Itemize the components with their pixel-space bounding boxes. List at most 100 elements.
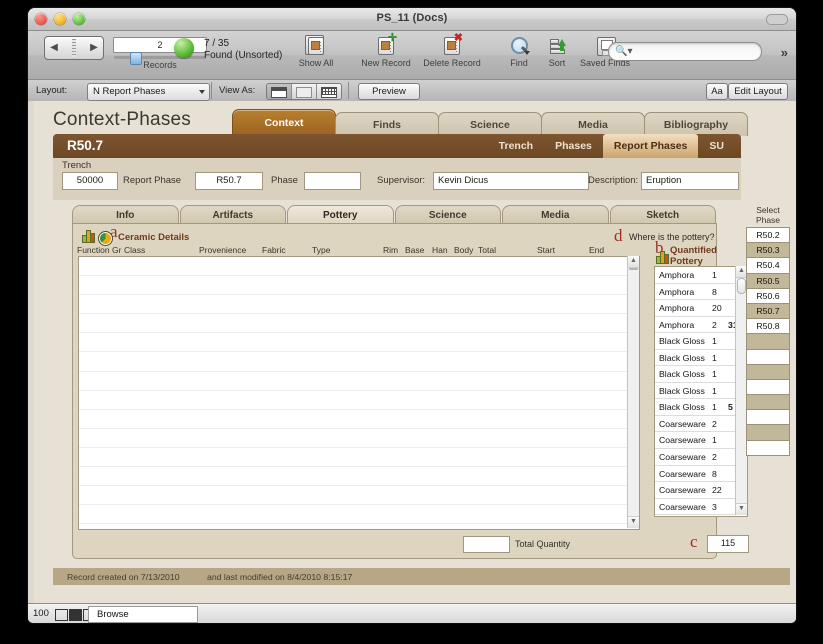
list-item[interactable]: Coarseware 2: [655, 416, 747, 433]
list-item[interactable]: Amphora 2 31: [655, 317, 747, 334]
show-all-button[interactable]: Show All: [290, 34, 342, 68]
phase-option-empty[interactable]: [747, 334, 789, 350]
inner-tab-pottery[interactable]: Pottery: [287, 205, 394, 225]
tab-bibliography[interactable]: Bibliography: [644, 112, 748, 136]
edit-layout-button[interactable]: Edit Layout: [728, 83, 788, 100]
zoom-in-icon[interactable]: [69, 609, 82, 621]
next-record-arrow-icon[interactable]: ▶: [85, 38, 103, 58]
phase-option-empty[interactable]: [747, 364, 789, 380]
table-row[interactable]: [79, 448, 639, 468]
table-row[interactable]: [79, 391, 639, 410]
list-item[interactable]: Amphora 8: [655, 284, 747, 301]
list-item[interactable]: Coarseware 22: [655, 482, 747, 499]
sort-button[interactable]: Sort: [540, 34, 574, 68]
list-item[interactable]: Amphora 1: [655, 267, 747, 284]
where-is-pottery-link[interactable]: Where is the pottery?: [629, 232, 715, 242]
tab-finds[interactable]: Finds: [335, 112, 439, 136]
phase-option-empty[interactable]: [747, 440, 789, 455]
list-item[interactable]: Black Gloss 1 5: [655, 399, 747, 416]
subtab-trench[interactable]: Trench: [488, 134, 544, 158]
list-item[interactable]: Coarseware 8: [655, 466, 747, 483]
list-item[interactable]: Coarseware 1: [655, 432, 747, 450]
inner-tab-sketch[interactable]: Sketch: [609, 205, 716, 225]
table-row[interactable]: [79, 410, 639, 429]
phase-option-r50-2[interactable]: R50.2: [747, 228, 789, 244]
record-slider-knob[interactable]: [130, 52, 142, 65]
tab-context[interactable]: Context: [232, 109, 336, 136]
phase-option-r50-6[interactable]: R50.6: [747, 288, 789, 304]
view-as-table-button[interactable]: [317, 84, 341, 99]
list-item[interactable]: Coarseware 3: [655, 499, 747, 516]
scroll-down-arrow-icon[interactable]: ▼: [736, 503, 747, 515]
phase-option-r50-3[interactable]: R50.3: [747, 243, 789, 259]
table-row[interactable]: [79, 524, 639, 529]
found-set-pie-icon[interactable]: [174, 38, 194, 58]
layout-select[interactable]: N Report Phases: [87, 83, 210, 101]
table-row[interactable]: [79, 352, 639, 372]
table-row[interactable]: [79, 486, 639, 506]
table-row[interactable]: [79, 257, 639, 277]
mode-select[interactable]: Browse: [88, 606, 198, 623]
trench-field[interactable]: 50000: [62, 172, 118, 190]
phase-option-r50-8[interactable]: R50.8: [747, 319, 789, 335]
scrollbar-thumb[interactable]: [737, 278, 746, 294]
scrollbar-thumb[interactable]: [629, 268, 638, 270]
report-phase-field[interactable]: R50.7: [195, 172, 263, 190]
find-button[interactable]: Find: [500, 34, 538, 68]
delete-record-button[interactable]: ✖ Delete Record: [417, 33, 487, 69]
select-phase-list[interactable]: R50.2 R50.3 R50.4 R50.5 R50.6 R50.7 R50.…: [746, 227, 790, 456]
inner-tab-info[interactable]: Info: [72, 205, 179, 225]
record-book-control[interactable]: ◀ ▶: [44, 36, 104, 60]
phase-option-r50-7[interactable]: R50.7: [747, 303, 789, 320]
inner-tab-media[interactable]: Media: [502, 205, 609, 225]
ceramic-details-portal[interactable]: [78, 256, 640, 530]
description-field[interactable]: Eruption: [641, 172, 739, 190]
list-item[interactable]: Black Gloss 1: [655, 333, 747, 350]
total-quantity-field[interactable]: [463, 536, 510, 553]
supervisor-field[interactable]: Kevin Dicus: [433, 172, 589, 190]
phase-option-empty[interactable]: [747, 379, 789, 396]
list-item[interactable]: Amphora 20: [655, 300, 747, 317]
list-item[interactable]: Coarseware 2: [655, 449, 747, 466]
list-item[interactable]: Black Gloss 1: [655, 366, 747, 383]
view-as-form-button[interactable]: [267, 84, 292, 99]
phase-option-empty[interactable]: [747, 410, 789, 426]
scroll-up-arrow-icon[interactable]: ▲: [628, 256, 639, 268]
tab-science[interactable]: Science: [438, 112, 542, 136]
phase-option-empty[interactable]: [747, 395, 789, 411]
phase-option-r50-4[interactable]: R50.4: [747, 258, 789, 274]
table-row[interactable]: [79, 295, 639, 315]
grand-total-field[interactable]: 115: [707, 535, 749, 553]
table-row[interactable]: [79, 314, 639, 334]
table-row[interactable]: [79, 372, 639, 391]
record-navigator[interactable]: ◀ ▶: [38, 34, 110, 60]
view-as-list-button[interactable]: [292, 84, 317, 99]
toolbar-overflow-icon[interactable]: »: [781, 45, 788, 60]
inner-tab-science[interactable]: Science: [394, 205, 501, 225]
view-as-segmented-control[interactable]: [266, 83, 342, 100]
phase-option-r50-5[interactable]: R50.5: [747, 273, 789, 289]
new-record-button[interactable]: ✛ New Record: [353, 33, 419, 69]
toolbar-toggle-button[interactable]: [766, 14, 788, 25]
ceramic-details-scrollbar[interactable]: ▲ ▼: [627, 256, 639, 528]
table-row[interactable]: [79, 429, 639, 448]
table-row[interactable]: [79, 467, 639, 487]
phase-field[interactable]: [304, 172, 361, 190]
table-row[interactable]: [79, 333, 639, 353]
table-row[interactable]: [79, 505, 639, 525]
found-set-pie-group[interactable]: [174, 34, 200, 58]
inner-tab-artifacts[interactable]: Artifacts: [179, 205, 286, 225]
zoom-out-icon[interactable]: [55, 609, 68, 621]
scroll-down-arrow-icon[interactable]: ▼: [628, 516, 639, 528]
phase-option-empty[interactable]: [747, 349, 789, 365]
preview-button[interactable]: Preview: [358, 83, 420, 100]
list-item[interactable]: Black Gloss 1: [655, 350, 747, 367]
zoom-level[interactable]: 100: [33, 608, 49, 619]
text-format-button[interactable]: Aa: [706, 83, 728, 100]
subtab-report-phases[interactable]: Report Phases: [602, 134, 699, 158]
search-input[interactable]: 🔍▾: [608, 42, 762, 61]
quantified-pottery-portal[interactable]: Amphora 1 Amphora 8 Amphora 20 Amphora 2 3 1 B…: [654, 266, 748, 517]
subtab-phases[interactable]: Phases: [544, 134, 603, 158]
subtab-su[interactable]: SU: [698, 134, 735, 158]
table-row[interactable]: [79, 276, 639, 296]
